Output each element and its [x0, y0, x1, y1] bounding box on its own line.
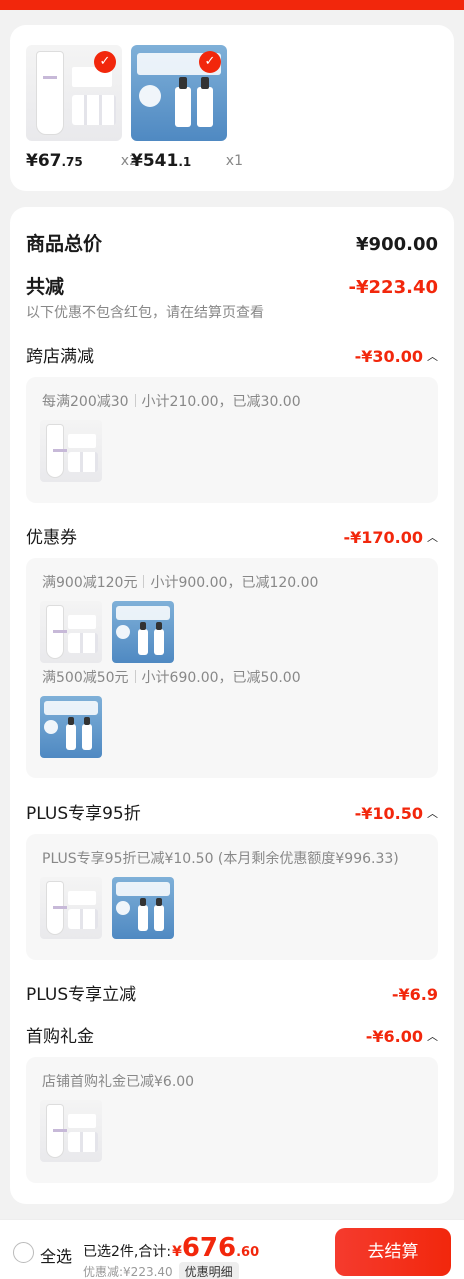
- product-price: ¥541.1: [131, 151, 192, 171]
- coupon-line: 满900减120元 小计900.00，已减120.00: [42, 575, 319, 591]
- product-price: ¥67.75: [26, 151, 83, 171]
- coupon-row[interactable]: 优惠券 -¥170.00 ︿: [26, 523, 438, 548]
- plus-direct-value: -¥6.9: [391, 985, 438, 1004]
- selected-total: 已选2件,合计: ¥ 676 .60: [83, 1233, 260, 1263]
- plus95-row[interactable]: PLUS专享95折 -¥10.50 ︿: [26, 799, 438, 824]
- product-mini-thumbnail: [40, 420, 102, 482]
- plus95-line: PLUS专享95折已减¥10.50 (本月剩余优惠额度¥996.33): [42, 851, 399, 867]
- cross-store-row[interactable]: 跨店满减 -¥30.00 ︿: [26, 342, 438, 367]
- cross-store-detail: 每满200减30 小计210.00，已减30.00: [26, 377, 438, 503]
- total-price-label: 商品总价: [26, 233, 103, 255]
- coupon-value: -¥170.00: [343, 528, 423, 547]
- cross-store-line: 每满200减30 小计210.00，已减30.00: [42, 394, 301, 410]
- discount-detail-button[interactable]: 优惠明细: [178, 1262, 239, 1279]
- coupon-line: 满500减50元 小计690.00，已减50.00: [42, 670, 301, 686]
- checkout-bar: 全选 已选2件,合计: ¥ 676 .60 优惠减:¥223.40 优惠明细 去…: [0, 1219, 464, 1279]
- discount-summary-card: 商品总价 ¥900.00 共减 -¥223.40 以下优惠不包含红包，请在结算页…: [10, 207, 454, 1204]
- total-reduce-label: 共减: [26, 276, 65, 298]
- first-buy-value: -¥6.00: [365, 1027, 423, 1046]
- cross-store-value: -¥30.00: [354, 347, 423, 366]
- plus-direct-row: PLUS专享立减 -¥6.9: [26, 980, 438, 1005]
- total-price-value: ¥900.00: [356, 234, 438, 255]
- chevron-up-icon[interactable]: ︿: [427, 529, 438, 545]
- select-all-radio[interactable]: [13, 1242, 34, 1263]
- product-mini-thumbnail: [112, 601, 174, 663]
- product-thumbnail[interactable]: ✓: [131, 45, 227, 141]
- plus95-value: -¥10.50: [354, 804, 423, 823]
- discount-info: 优惠减:¥223.40 优惠明细: [83, 1262, 239, 1279]
- chevron-up-icon[interactable]: ︿: [427, 1028, 438, 1044]
- select-all-label[interactable]: 全选: [40, 1243, 72, 1267]
- product-mini-thumbnail: [40, 696, 102, 758]
- first-buy-detail: 店铺首购礼金已减¥6.00: [26, 1057, 438, 1183]
- total-amount: 676: [181, 1233, 237, 1263]
- product-mini-thumbnail: [112, 877, 174, 939]
- chevron-up-icon[interactable]: ︿: [427, 805, 438, 821]
- first-buy-line: 店铺首购礼金已减¥6.00: [42, 1074, 195, 1090]
- coupon-detail: 满900减120元 小计900.00，已减120.00 满500减50元 小计690…: [26, 558, 438, 778]
- product-mini-thumbnail: [40, 601, 102, 663]
- product-mini-thumbnail: [40, 1100, 102, 1162]
- product-item[interactable]: ✓ ¥67.75 x2: [26, 45, 138, 171]
- selected-products-card: ✓ ¥67.75 x2 ✓ ¥541.1 x1: [10, 25, 454, 191]
- total-price-row: 商品总价 ¥900.00: [26, 229, 438, 256]
- plus95-label: PLUS专享95折: [26, 804, 141, 824]
- plus95-detail: PLUS专享95折已减¥10.50 (本月剩余优惠额度¥996.33): [26, 834, 438, 960]
- first-buy-row[interactable]: 首购礼金 -¥6.00 ︿: [26, 1022, 438, 1047]
- checked-icon[interactable]: ✓: [199, 51, 221, 73]
- total-reduce-row: 共减 -¥223.40: [26, 272, 438, 299]
- product-mini-thumbnail: [40, 877, 102, 939]
- product-item[interactable]: ✓ ¥541.1 x1: [131, 45, 243, 171]
- product-quantity: x1: [225, 153, 243, 169]
- first-buy-label: 首购礼金: [26, 1027, 94, 1047]
- top-accent-bar: [0, 0, 464, 10]
- discount-note: 以下优惠不包含红包，请在结算页查看: [26, 305, 264, 321]
- checked-icon[interactable]: ✓: [94, 51, 116, 73]
- total-reduce-value: -¥223.40: [348, 277, 438, 298]
- cross-store-label: 跨店满减: [26, 347, 94, 367]
- product-thumbnail[interactable]: ✓: [26, 45, 122, 141]
- plus-direct-label: PLUS专享立减: [26, 985, 137, 1005]
- checkout-button[interactable]: 去结算: [335, 1228, 451, 1276]
- coupon-label: 优惠券: [26, 528, 77, 548]
- chevron-up-icon[interactable]: ︿: [427, 348, 438, 364]
